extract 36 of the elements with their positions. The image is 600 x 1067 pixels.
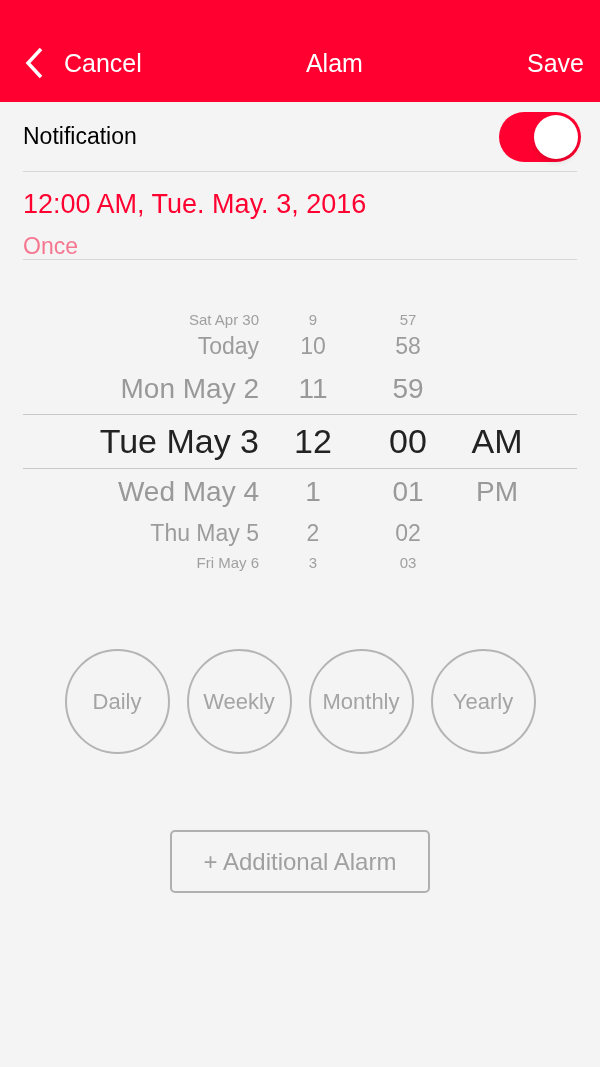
notification-label: Notification bbox=[23, 122, 137, 152]
period-option[interactable]: PM bbox=[476, 476, 518, 507]
repeat-label: Once bbox=[23, 232, 78, 259]
repeat-option[interactable]: Weekly bbox=[186, 649, 292, 754]
notification-toggle[interactable] bbox=[499, 111, 581, 162]
period-option[interactable]: AM bbox=[471, 421, 523, 460]
additional-alarm-button[interactable]: + Additional Alarm bbox=[170, 830, 430, 893]
hour-option[interactable]: 2 bbox=[306, 520, 320, 546]
minute-option[interactable]: 57 bbox=[399, 311, 417, 328]
minute-option[interactable]: 03 bbox=[399, 554, 417, 571]
date-option[interactable]: Sat Apr 30 bbox=[188, 311, 259, 328]
date-option[interactable]: Wed May 4 bbox=[117, 476, 259, 507]
back-icon bbox=[24, 47, 44, 80]
back-button[interactable]: Cancel bbox=[24, 44, 142, 82]
hour-option[interactable]: 11 bbox=[298, 373, 328, 404]
minute-option[interactable]: 58 bbox=[395, 333, 421, 359]
hour-option[interactable]: 3 bbox=[308, 554, 318, 571]
hour-option[interactable]: 1 bbox=[305, 476, 321, 507]
hour-option[interactable]: 9 bbox=[308, 311, 318, 328]
date-option[interactable]: Today bbox=[197, 333, 259, 359]
date-option[interactable]: Fri May 6 bbox=[196, 554, 259, 571]
repeat-option[interactable]: Monthly bbox=[308, 649, 414, 754]
minute-option[interactable]: 01 bbox=[392, 476, 424, 507]
date-option[interactable]: Mon May 2 bbox=[120, 373, 259, 404]
hour-option[interactable]: 10 bbox=[300, 333, 326, 359]
minute-option[interactable]: 00 bbox=[389, 421, 427, 460]
repeat-option[interactable]: Daily bbox=[64, 649, 170, 754]
save-button[interactable]: Save bbox=[527, 44, 584, 82]
hour-option[interactable]: 12 bbox=[294, 421, 332, 460]
repeat-option[interactable]: Yearly bbox=[430, 649, 536, 754]
minute-option[interactable]: 02 bbox=[395, 520, 421, 546]
screen-title: Alam bbox=[305, 48, 363, 77]
date-option[interactable]: Thu May 5 bbox=[150, 520, 259, 546]
selected-datetime: 12:00 AM, Tue. May. 3, 2016 bbox=[23, 189, 367, 219]
date-option[interactable]: Tue May 3 bbox=[99, 421, 259, 460]
minute-option[interactable]: 59 bbox=[392, 373, 424, 404]
